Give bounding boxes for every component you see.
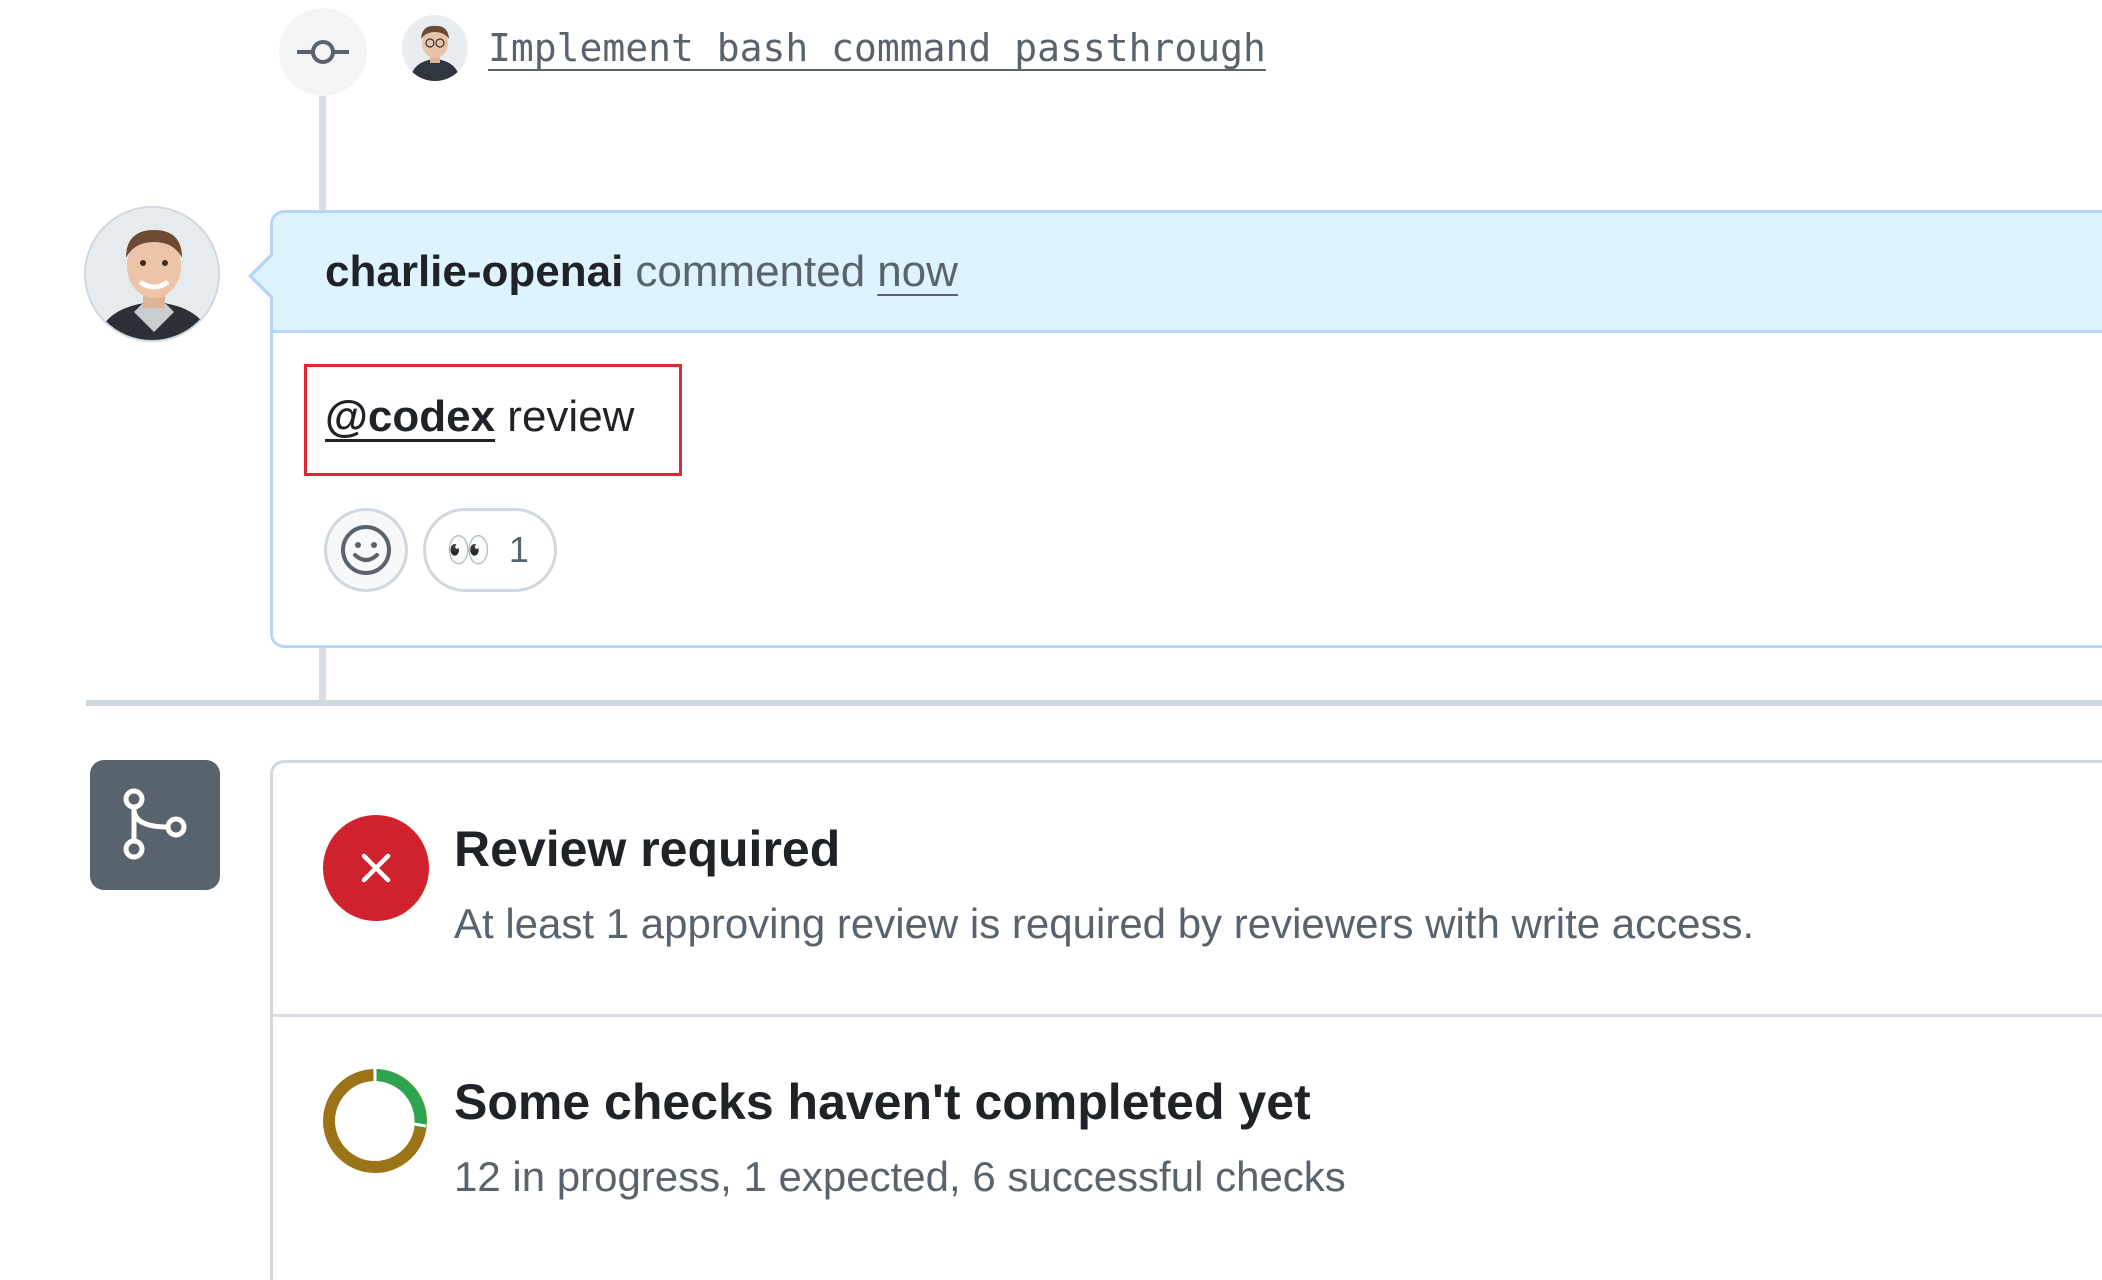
comment-timestamp-link[interactable]: now: [877, 247, 958, 297]
smiley-icon: [341, 525, 391, 575]
git-commit-icon: [297, 40, 349, 64]
review-failed-icon: [323, 815, 429, 921]
checks-pending-subtitle: 12 in progress, 1 expected, 6 successful…: [454, 1153, 1346, 1200]
comment-body: @codex review: [325, 392, 634, 442]
mention-link[interactable]: @codex: [325, 392, 495, 441]
merge-status-icon-box: [90, 760, 220, 890]
review-required-subtitle: At least 1 approving review is required …: [454, 900, 1755, 947]
git-branch-icon: [123, 788, 187, 860]
comment-action-text: commented: [635, 246, 866, 296]
commit-message-link[interactable]: Implement bash command passthrough: [488, 26, 1266, 70]
comment-author-link[interactable]: charlie-openai: [325, 247, 623, 297]
merge-row-divider: [273, 1014, 2102, 1017]
reaction-eyes-button[interactable]: 👀 1: [423, 508, 557, 592]
checks-pending-title[interactable]: Some checks haven't completed yet: [454, 1073, 1311, 1131]
comment-header: charlie-openai commented now: [273, 213, 2102, 333]
comment-body-text: review: [495, 392, 635, 441]
add-reaction-button[interactable]: [324, 508, 408, 592]
commit-node: [279, 8, 367, 96]
commit-author-avatar[interactable]: [402, 15, 468, 81]
eyes-emoji-icon: 👀: [446, 529, 491, 570]
timeline-divider: [86, 700, 2102, 706]
comment-pointer-fill: [253, 255, 274, 297]
checks-pending-icon: [323, 1069, 427, 1173]
x-icon: [361, 853, 391, 883]
review-required-title: Review required: [454, 821, 841, 877]
reaction-count: 1: [508, 529, 529, 570]
comment-author-avatar[interactable]: [84, 206, 220, 342]
